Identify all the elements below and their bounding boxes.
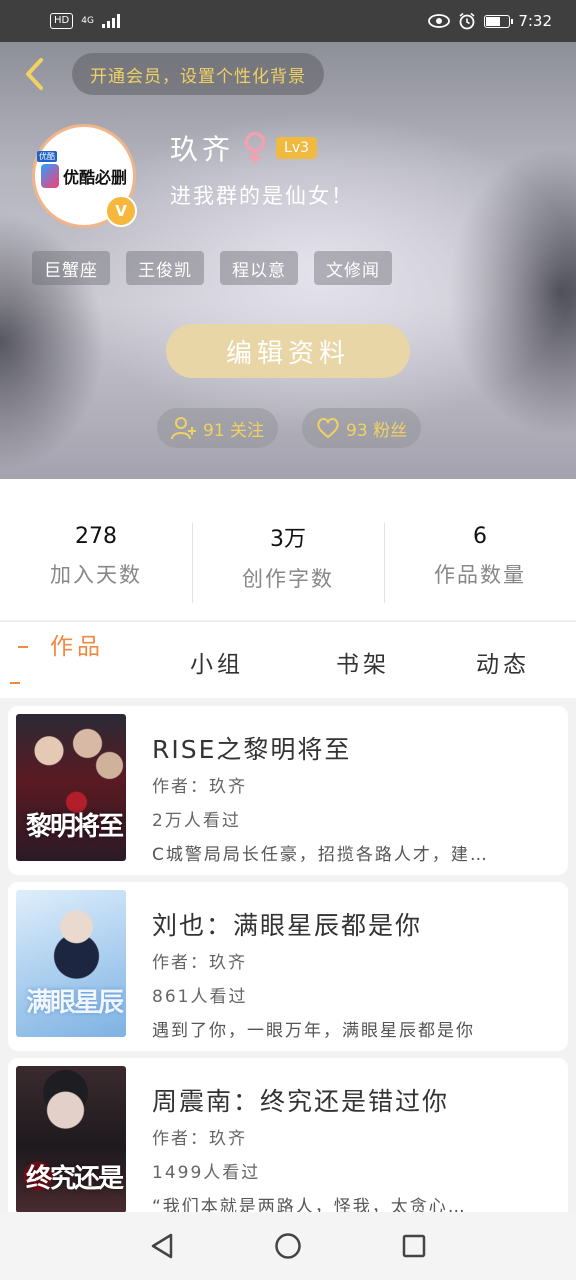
- work-views: 2万人看过: [152, 811, 241, 831]
- work-description: C城警局局长任豪，招揽各路人才，建…: [152, 845, 489, 865]
- status-bar: HD 4G 7:32: [0, 0, 576, 42]
- work-title: 周震南：终究还是错过你: [152, 1087, 450, 1116]
- stat-value: 6: [473, 524, 487, 549]
- recents-square-icon[interactable]: [401, 1233, 427, 1259]
- work-author: 作者：玖齐: [152, 1129, 247, 1149]
- work-author: 作者：玖齐: [152, 777, 247, 797]
- cover-text: 黎明将至: [26, 812, 124, 842]
- edit-profile-button[interactable]: 编辑资料: [166, 324, 410, 378]
- book-cover: 终究还是: [16, 1066, 126, 1213]
- battery-icon: [484, 14, 514, 28]
- work-views: 861人看过: [152, 987, 248, 1007]
- status-left: HD 4G: [50, 13, 120, 29]
- followers-label: 93 粉丝: [346, 420, 408, 441]
- stats-bar: 278 加入天数 3万 创作字数 6 作品数量: [0, 479, 576, 620]
- work-views: 1499人看过: [152, 1163, 261, 1183]
- back-button[interactable]: [16, 56, 52, 92]
- tab-bookshelf[interactable]: 书架: [336, 624, 390, 700]
- alarm-icon: [459, 12, 475, 30]
- member-background-prompt[interactable]: 开通会员，设置个性化背景: [72, 53, 324, 95]
- youku-logo-icon: [36, 151, 59, 188]
- work-description: 遇到了你，一眼万年，满眼星辰都是你: [152, 1021, 475, 1041]
- signal-icon: [101, 14, 120, 28]
- tab-indicator: [10, 682, 20, 684]
- book-cover: 满眼星辰: [16, 890, 126, 1037]
- profile-header: 开通会员，设置个性化背景 优酷必删 V 玖齐 Lv3 进我群的是仙女！ 巨蟹座 …: [0, 42, 576, 479]
- tag[interactable]: 王俊凯: [126, 251, 204, 285]
- network-type: 4G: [81, 16, 94, 26]
- eye-icon: [428, 14, 451, 28]
- vip-badge: V: [105, 195, 137, 227]
- hd-badge: HD: [50, 13, 74, 29]
- follow-stats: 91 关注 93 粉丝: [157, 408, 422, 448]
- following-label: 91 关注: [203, 420, 265, 441]
- back-triangle-icon[interactable]: [149, 1232, 175, 1260]
- work-card[interactable]: 黎明将至 RISE之黎明将至 作者：玖齐 2万人看过 C城警局局长任豪，招揽各路…: [8, 706, 568, 875]
- system-nav-bar: [0, 1212, 576, 1280]
- tag[interactable]: 程以意: [220, 251, 298, 285]
- work-card[interactable]: 终究还是 周震南：终究还是错过你 作者：玖齐 1499人看过 “我们本就是两路人…: [8, 1058, 568, 1227]
- tab-bar: 作品 小组 书架 动态: [0, 621, 576, 698]
- followers-button[interactable]: 93 粉丝: [302, 408, 422, 448]
- stat-label: 作品数量: [434, 563, 526, 587]
- stat-label: 创作字数: [242, 566, 334, 591]
- cover-text: 满眼星辰: [26, 988, 124, 1018]
- home-circle-icon[interactable]: [274, 1232, 302, 1260]
- stat-words: 3万 创作字数: [192, 479, 384, 620]
- stat-days: 278 加入天数: [0, 479, 192, 620]
- username-row: 玖齐 Lv3: [170, 128, 318, 168]
- tag-list: 巨蟹座 王俊凯 程以意 文修闻: [32, 251, 392, 285]
- tab-indicator: [18, 646, 28, 648]
- avatar-logo: 优酷必删: [36, 151, 127, 188]
- heart-icon: [317, 418, 339, 439]
- book-cover: 黎明将至: [16, 714, 126, 861]
- stat-value: 278: [75, 524, 117, 549]
- stat-value: 3万: [270, 526, 306, 552]
- add-person-icon: [171, 417, 196, 440]
- username: 玖齐: [170, 133, 235, 166]
- tag[interactable]: 巨蟹座: [32, 251, 110, 285]
- tab-groups[interactable]: 小组: [190, 624, 244, 700]
- work-card[interactable]: 满眼星辰 刘也：满眼星辰都是你 作者：玖齐 861人看过 遇到了你，一眼万年，满…: [8, 882, 568, 1051]
- tab-activity[interactable]: 动态: [476, 624, 530, 700]
- clock: 7:32: [518, 12, 552, 30]
- stat-label: 加入天数: [50, 563, 142, 587]
- work-title: RISE之黎明将至: [152, 735, 352, 764]
- tab-works[interactable]: 作品: [50, 622, 104, 666]
- work-title: 刘也：满眼星辰都是你: [152, 911, 423, 940]
- work-author: 作者：玖齐: [152, 953, 247, 973]
- status-right: 7:32: [428, 12, 552, 30]
- avatar-text: 优酷必删: [62, 168, 127, 187]
- stat-works: 6 作品数量: [384, 479, 576, 620]
- back-arrow-icon: [26, 58, 43, 90]
- works-list: 黎明将至 RISE之黎明将至 作者：玖齐 2万人看过 C城警局局长任豪，招揽各路…: [8, 706, 568, 1234]
- tag[interactable]: 文修闻: [314, 251, 392, 285]
- following-button[interactable]: 91 关注: [157, 408, 279, 448]
- avatar[interactable]: 优酷必删 V: [32, 124, 137, 228]
- female-gender-icon: [244, 131, 266, 163]
- bio: 进我群的是仙女！: [170, 184, 354, 208]
- cover-text: 终究还是: [26, 1164, 124, 1194]
- level-badge: Lv3: [276, 137, 318, 159]
